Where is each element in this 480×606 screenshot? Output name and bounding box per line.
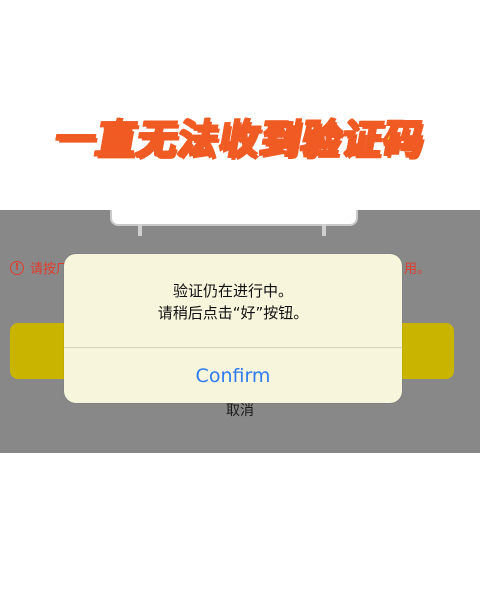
banner-title: 一直无法收到验证码: [50, 116, 429, 164]
cancel-link[interactable]: 取消: [0, 400, 480, 420]
stand-leg-right: [322, 224, 326, 236]
exclamation-circle-icon: !: [10, 260, 24, 275]
warning-hint-tail: 用。: [404, 262, 431, 277]
confirm-button[interactable]: Confirm: [64, 348, 402, 403]
device-stand-graphic: [110, 210, 358, 226]
stand-leg-left: [138, 224, 142, 236]
alert-dialog: 验证仍在进行中。 请稍后点击“好”按钮。 Confirm: [64, 254, 402, 403]
warning-hint: ! 请按厂: [10, 258, 69, 277]
dialog-message-line1: 验证仍在进行中。: [172, 282, 293, 300]
dialog-message: 验证仍在进行中。 请稍后点击“好”按钮。: [64, 280, 402, 324]
dialog-message-line2: 请稍后点击“好”按钮。: [157, 304, 309, 322]
title-banner: 一直无法收到验证码: [0, 106, 480, 166]
